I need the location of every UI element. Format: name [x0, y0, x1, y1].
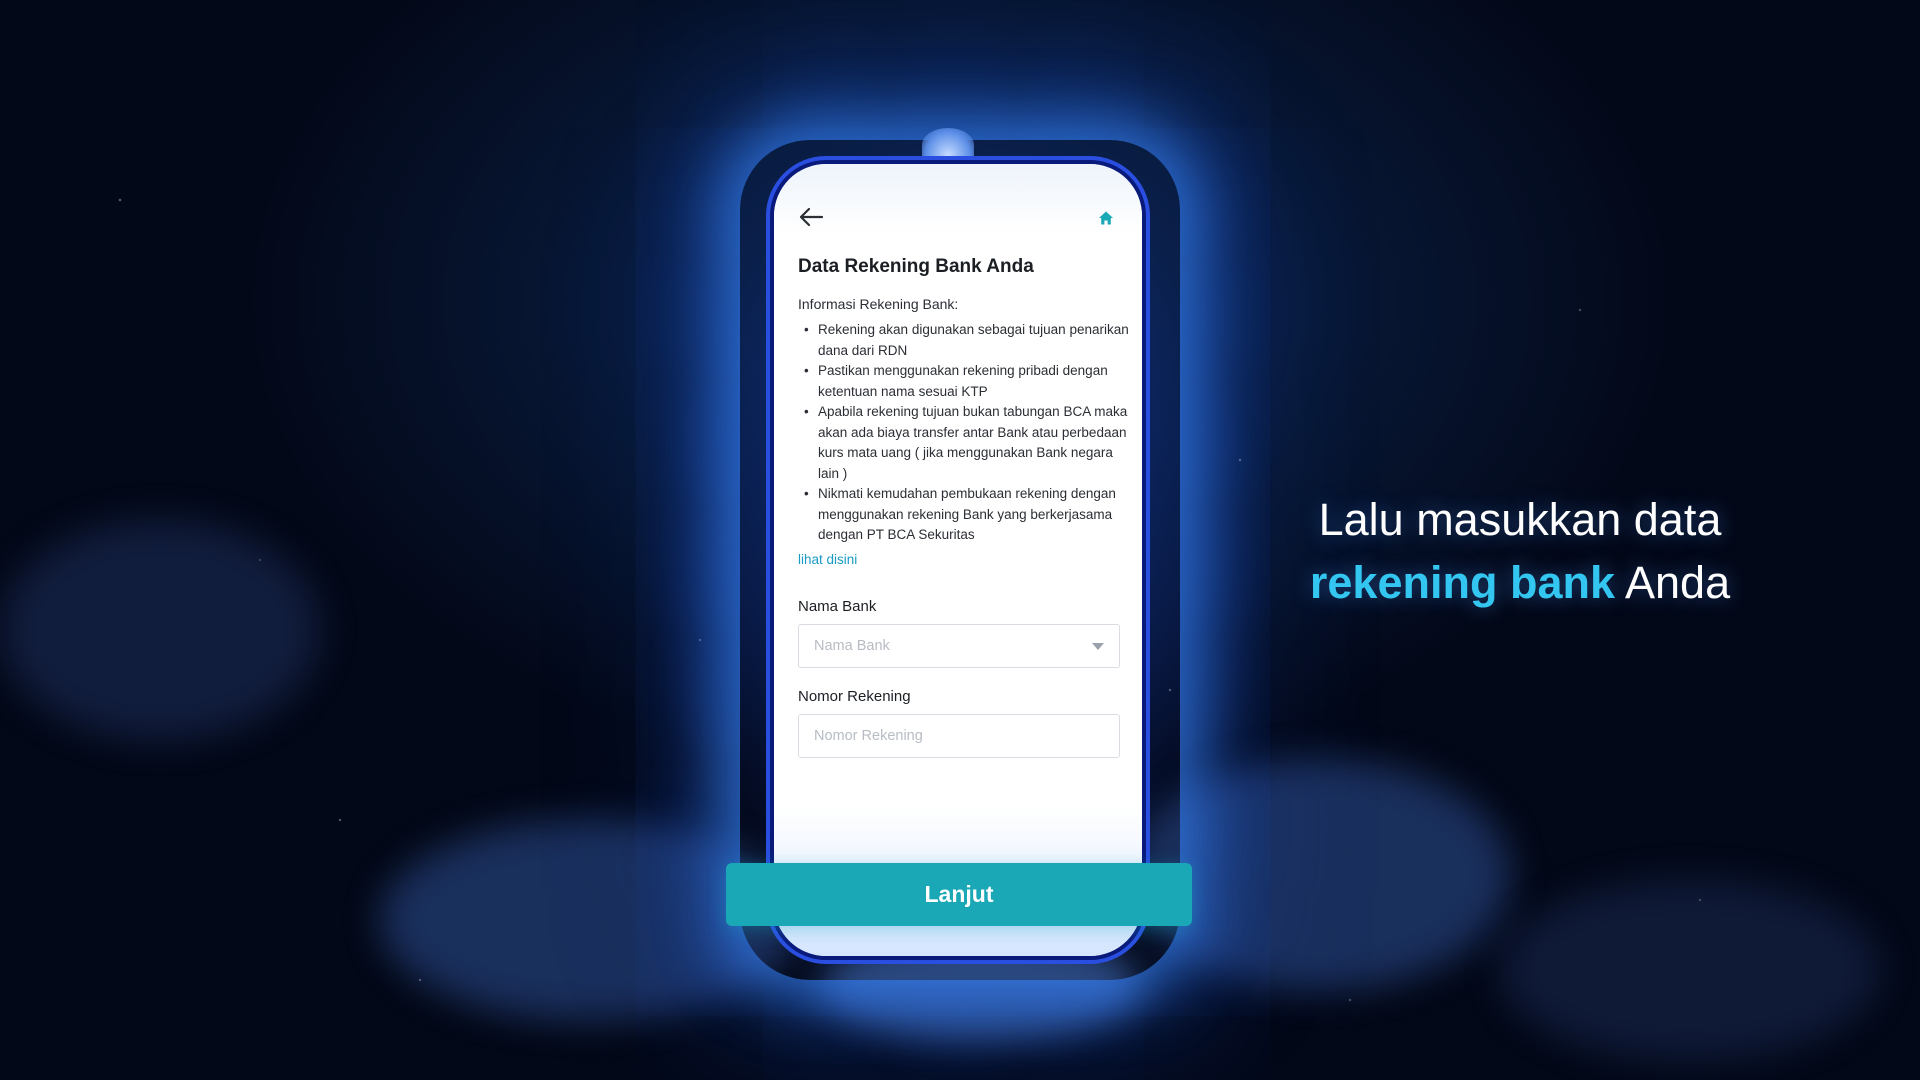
cloud — [0, 520, 320, 740]
list-item: Rekening akan digunakan sebagai tujuan p… — [804, 320, 1136, 361]
list-item: Pastikan menggunakan rekening pribadi de… — [804, 361, 1136, 402]
list-item: Nikmati kemudahan pembukaan rekening den… — [804, 484, 1136, 546]
info-heading: Informasi Rekening Bank: — [798, 296, 959, 312]
promo-scene: Data Rekening Bank Anda Informasi Rekeni… — [0, 0, 1920, 1080]
list-item: Apabila rekening tujuan bukan tabungan B… — [804, 402, 1136, 484]
account-number-label: Nomor Rekening — [798, 688, 911, 705]
info-list: Rekening akan digunakan sebagai tujuan p… — [798, 320, 1136, 546]
account-number-field[interactable] — [798, 714, 1120, 758]
tagline-line-2: rekening bank Anda — [1270, 551, 1770, 614]
tagline-line-1: Lalu masukkan data — [1318, 494, 1722, 545]
page-title: Data Rekening Bank Anda — [798, 256, 1034, 277]
tagline: Lalu masukkan data rekening bank Anda — [1270, 488, 1770, 614]
bank-name-input[interactable] — [799, 625, 1094, 667]
phone-screen: Data Rekening Bank Anda Informasi Rekeni… — [774, 164, 1142, 956]
continue-button[interactable]: Lanjut — [726, 863, 1192, 926]
tagline-highlight: rekening bank — [1309, 557, 1615, 608]
cloud — [1500, 880, 1880, 1060]
account-number-input[interactable] — [799, 715, 1094, 757]
arrow-left-icon[interactable] — [798, 206, 824, 228]
screen-header-bg — [774, 164, 1142, 234]
home-icon[interactable] — [1098, 210, 1114, 226]
bank-name-select[interactable] — [798, 624, 1120, 668]
tagline-line-2-rest: Anda — [1614, 557, 1731, 608]
see-here-link[interactable]: lihat disini — [798, 552, 857, 567]
chevron-down-icon[interactable] — [1092, 643, 1104, 650]
bank-name-label: Nama Bank — [798, 598, 877, 615]
